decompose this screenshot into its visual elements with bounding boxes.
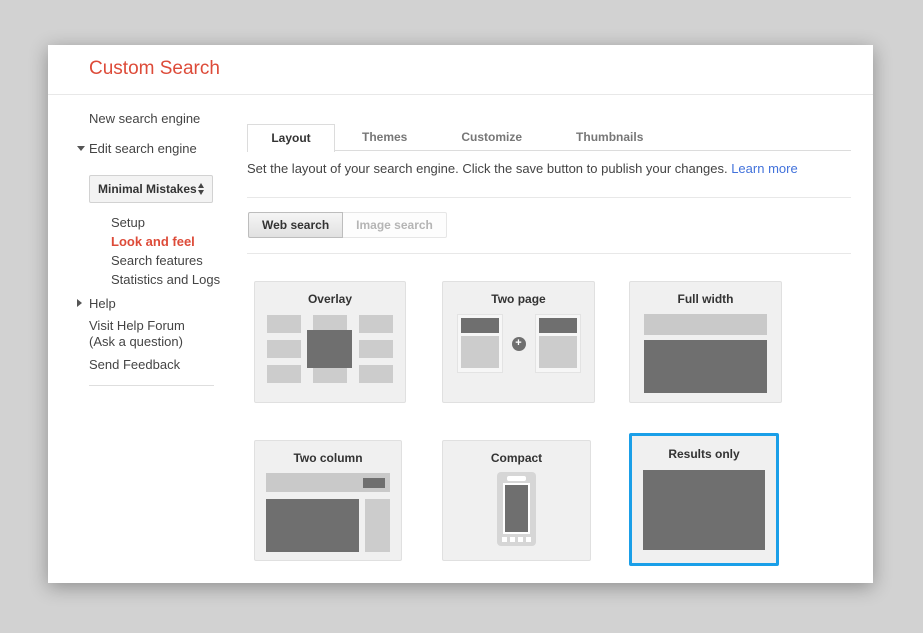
content-divider-bottom bbox=[247, 253, 851, 254]
tab-bar: Layout Themes Customize Thumbnails bbox=[247, 124, 851, 151]
sidebar-item-search-features[interactable]: Search features bbox=[111, 251, 220, 270]
full-width-layout-thumbnail bbox=[644, 314, 767, 393]
sidebar-item-help-forum[interactable]: Visit Help Forum (Ask a question) bbox=[89, 318, 185, 350]
sidebar-divider bbox=[89, 385, 214, 386]
overlay-layout-thumbnail bbox=[267, 315, 393, 383]
sidebar-item-new-search-engine[interactable]: New search engine bbox=[89, 111, 200, 126]
layout-card-compact[interactable]: Compact bbox=[442, 440, 591, 561]
engine-select-value: Minimal Mistakes bbox=[98, 182, 197, 196]
results-only-layout-thumbnail bbox=[643, 470, 765, 550]
sidebar-item-edit-search-engine[interactable]: Edit search engine bbox=[89, 141, 197, 156]
app-header: Custom Search bbox=[48, 45, 873, 95]
app-card: Custom Search New search engine Edit sea… bbox=[48, 45, 873, 583]
help-forum-line2: (Ask a question) bbox=[89, 334, 185, 350]
layout-card-full-width[interactable]: Full width bbox=[629, 281, 782, 403]
sidebar-item-help[interactable]: Help bbox=[89, 296, 116, 311]
layout-card-title: Overlay bbox=[255, 292, 405, 306]
layout-card-two-column[interactable]: Two column bbox=[254, 440, 402, 561]
tab-themes[interactable]: Themes bbox=[335, 124, 434, 150]
tab-customize[interactable]: Customize bbox=[434, 124, 549, 150]
web-search-button[interactable]: Web search bbox=[248, 212, 343, 238]
layout-card-overlay[interactable]: Overlay bbox=[254, 281, 406, 403]
learn-more-link[interactable]: Learn more bbox=[731, 161, 797, 176]
layout-card-title: Full width bbox=[630, 292, 781, 306]
layout-card-title: Two page bbox=[443, 292, 594, 306]
page-title: Custom Search bbox=[89, 58, 220, 80]
layout-card-two-page[interactable]: Two page + bbox=[442, 281, 595, 403]
compact-layout-thumbnail bbox=[497, 472, 536, 546]
two-column-layout-thumbnail bbox=[266, 473, 390, 552]
help-forum-line1: Visit Help Forum bbox=[89, 318, 185, 334]
sidebar-item-look-and-feel[interactable]: Look and feel bbox=[111, 232, 220, 251]
search-type-toggle: Web search Image search bbox=[248, 212, 447, 238]
sidebar-item-setup[interactable]: Setup bbox=[111, 213, 220, 232]
layout-card-title: Results only bbox=[632, 447, 776, 461]
engine-select[interactable]: Minimal Mistakes bbox=[89, 175, 213, 203]
sidebar-item-statistics-and-logs[interactable]: Statistics and Logs bbox=[111, 270, 220, 289]
sidebar-item-send-feedback[interactable]: Send Feedback bbox=[89, 357, 180, 372]
chevron-right-icon bbox=[77, 299, 82, 307]
content-divider-top bbox=[247, 197, 851, 198]
tab-thumbnails[interactable]: Thumbnails bbox=[549, 124, 670, 150]
sidebar-sub-nav: Setup Look and feel Search features Stat… bbox=[111, 213, 220, 289]
page-background: { "header": { "title": "Custom Search" }… bbox=[0, 0, 923, 633]
layout-card-title: Two column bbox=[255, 451, 401, 465]
two-page-layout-thumbnail: + bbox=[443, 314, 594, 373]
chevron-down-icon bbox=[77, 146, 85, 151]
tab-layout[interactable]: Layout bbox=[247, 124, 335, 152]
layout-card-title: Compact bbox=[443, 451, 590, 465]
layout-card-results-only-selected[interactable]: Results only bbox=[629, 433, 779, 566]
select-arrows-icon bbox=[198, 183, 204, 195]
plus-icon: + bbox=[512, 337, 526, 351]
image-search-button[interactable]: Image search bbox=[343, 212, 447, 238]
layout-description: Set the layout of your search engine. Cl… bbox=[247, 161, 798, 176]
description-text: Set the layout of your search engine. Cl… bbox=[247, 161, 728, 176]
